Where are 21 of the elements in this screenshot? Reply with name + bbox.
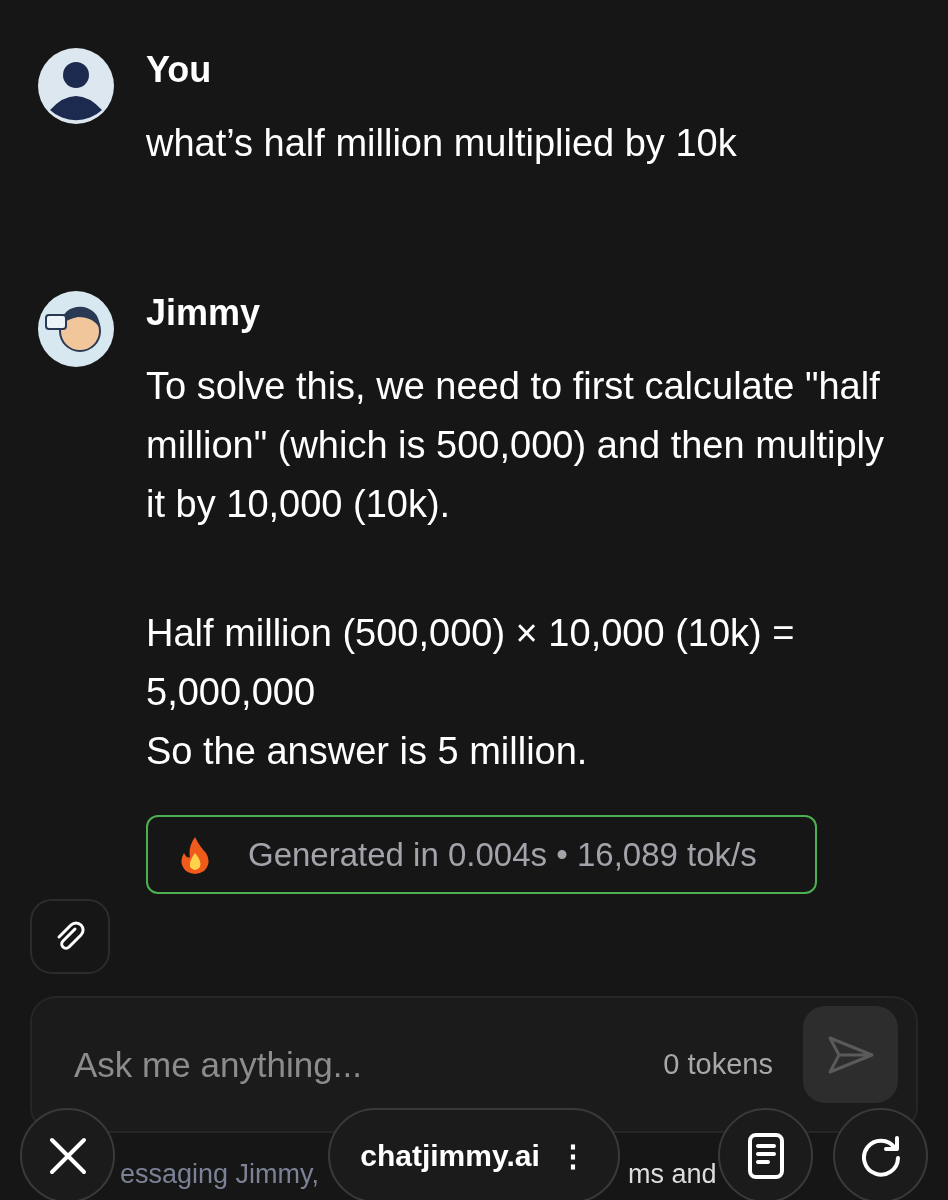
stats-text: Generated in 0.004s • 16,089 tok/s xyxy=(248,835,757,874)
message-text: So the answer is 5 million. xyxy=(146,729,589,774)
message-text: Half million (500,000) × 10,000 (10k) = 5,000,000 xyxy=(146,611,796,715)
token-count: 0 tokens xyxy=(663,1048,773,1081)
document-icon xyxy=(746,1131,785,1180)
url-pill[interactable]: chatjimmy.ai ⋮ xyxy=(328,1108,620,1200)
close-icon xyxy=(48,1136,87,1175)
message-text: what’s half million multiplied by 10k xyxy=(146,121,737,166)
user-avatar-icon xyxy=(38,48,114,124)
author-name: You xyxy=(146,50,213,90)
author-name: Jimmy xyxy=(146,293,262,333)
send-icon xyxy=(826,1034,875,1075)
url-text: chatjimmy.ai xyxy=(360,1138,540,1173)
disclaimer-text: essaging Jimmy, xyxy=(120,1159,320,1189)
message-input[interactable]: Ask me anything... xyxy=(72,1043,634,1086)
attach-button[interactable] xyxy=(30,899,110,974)
person-avatar-icon xyxy=(38,291,114,367)
more-options-icon[interactable]: ⋮ xyxy=(557,1138,588,1173)
disclaimer-text: ms and xyxy=(628,1159,717,1189)
message-text: To solve this, we need to first calculate "half million" (which is 500,000) and then multiply it by 10,000 (10k). xyxy=(146,364,885,527)
send-button[interactable] xyxy=(803,1006,898,1103)
